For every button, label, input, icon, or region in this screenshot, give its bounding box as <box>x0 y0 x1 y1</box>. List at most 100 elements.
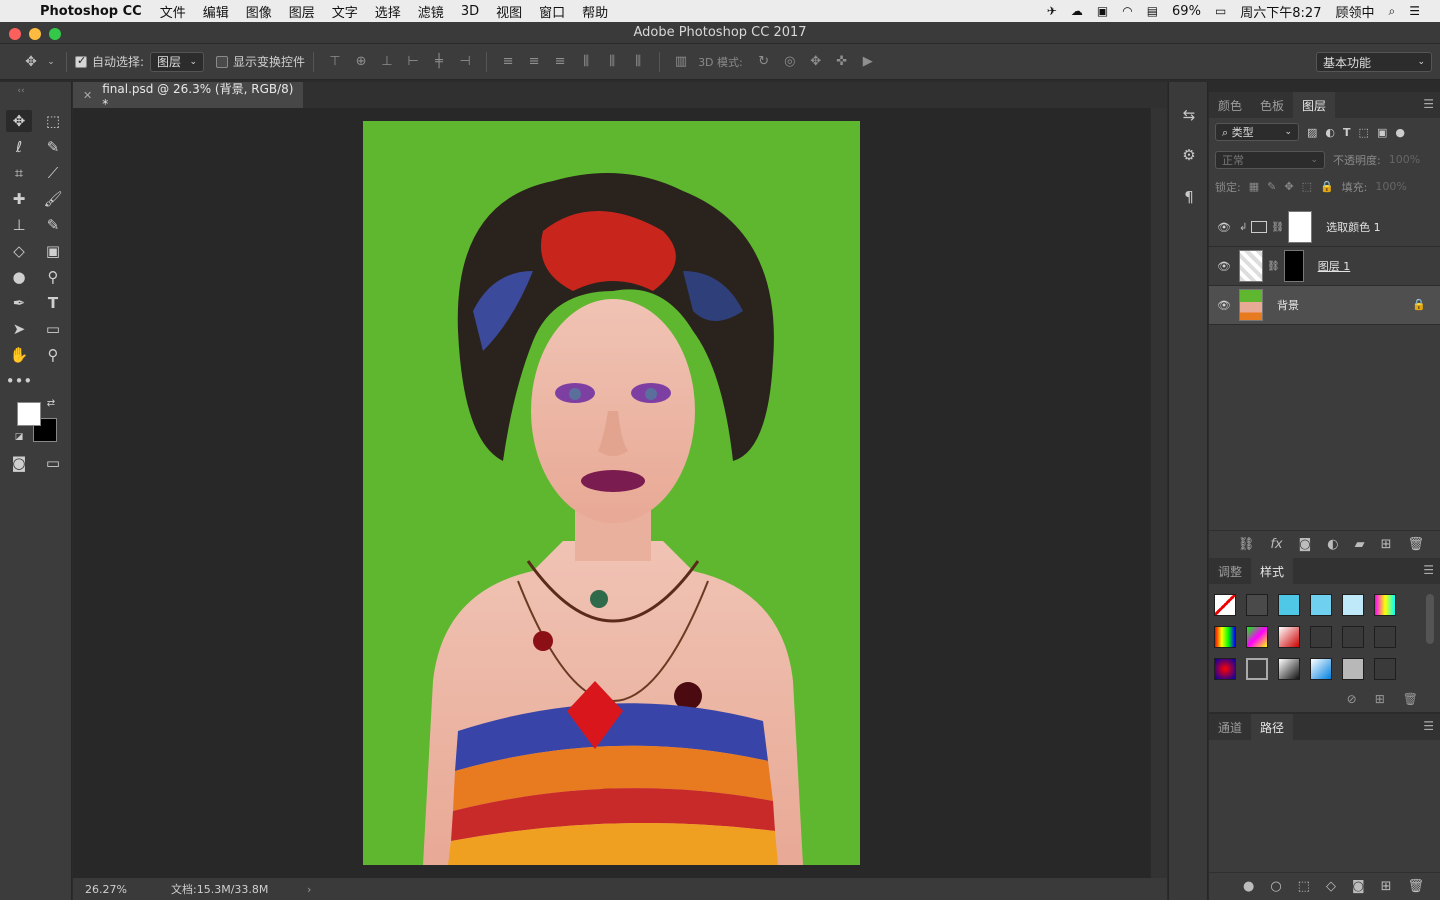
blur-tool-icon[interactable]: ● <box>6 266 32 288</box>
menu-3d[interactable]: 3D <box>461 4 479 19</box>
tab-paths[interactable]: 路径 <box>1251 714 1294 740</box>
move-tool-preset-icon[interactable]: ✥ <box>18 54 44 70</box>
eye-icon[interactable]: 👁 <box>1217 260 1231 273</box>
move-tool-icon[interactable]: ✥ <box>6 110 32 132</box>
clear-style-icon[interactable]: ⊘ <box>1347 692 1357 706</box>
minimize-window-button[interactable] <box>29 28 41 40</box>
zoom-tool-icon[interactable]: ⚲ <box>40 344 66 366</box>
layer-name[interactable]: 图层 1 <box>1318 258 1351 274</box>
hand-tool-icon[interactable]: ✋ <box>6 344 32 366</box>
canvas-area[interactable] <box>73 108 1150 878</box>
rectangle-tool-icon[interactable]: ▭ <box>40 318 66 340</box>
zoom-level[interactable]: 26.27% <box>85 883 171 896</box>
brush-tool-icon[interactable]: 🖌 <box>40 188 66 210</box>
close-window-button[interactable] <box>9 28 21 40</box>
layer-name[interactable]: 背景 <box>1277 297 1299 313</box>
stroke-path-icon[interactable]: ○ <box>1270 879 1281 894</box>
style-swatch[interactable] <box>1278 658 1300 680</box>
layer-thumbnail[interactable] <box>1239 250 1263 282</box>
tab-adjustments[interactable]: 调整 <box>1209 558 1251 584</box>
fill-value[interactable]: 100% <box>1375 180 1406 193</box>
lock-position-icon[interactable]: ✥ <box>1284 180 1293 193</box>
layer-name[interactable]: 选取颜色 1 <box>1326 219 1381 235</box>
new-layer-icon[interactable]: ⊞ <box>1381 537 1392 552</box>
style-swatch[interactable] <box>1310 658 1332 680</box>
align-horizontal-center-icon[interactable]: ╪ <box>426 54 452 69</box>
healing-brush-tool-icon[interactable]: ✚ <box>6 188 32 210</box>
status-menu-arrow-icon[interactable]: › <box>307 883 311 896</box>
history-panel-icon[interactable]: ⇆ <box>1178 104 1200 126</box>
3d-slide-icon[interactable]: ✜ <box>829 54 855 69</box>
distribute-hcenter-icon[interactable]: ⫼ <box>599 54 625 69</box>
show-transform-checkbox[interactable] <box>216 55 229 68</box>
style-swatch[interactable] <box>1246 658 1268 680</box>
style-swatch[interactable] <box>1374 658 1396 680</box>
tab-channels[interactable]: 通道 <box>1209 714 1251 740</box>
swap-colors-icon[interactable]: ⇄ <box>44 396 58 410</box>
dodge-tool-icon[interactable]: ⚲ <box>40 266 66 288</box>
fx-icon[interactable]: fx <box>1270 537 1282 552</box>
menu-filter[interactable]: 滤镜 <box>418 2 444 21</box>
auto-select-checkbox[interactable] <box>75 54 87 68</box>
link-layers-icon[interactable]: ⛓ <box>1238 537 1255 552</box>
clone-stamp-tool-icon[interactable]: ⊥ <box>6 214 32 236</box>
3d-orbit-icon[interactable]: ↻ <box>751 54 777 69</box>
properties-panel-icon[interactable]: ⚙ <box>1178 144 1200 166</box>
menu-image[interactable]: 图像 <box>246 2 272 21</box>
style-swatch[interactable] <box>1278 594 1300 616</box>
3d-camera-icon[interactable]: ▶ <box>855 54 881 69</box>
document-size[interactable]: 文档:15.3M/33.8M <box>171 881 307 897</box>
filter-smart-object-icon[interactable]: ▣ <box>1377 126 1387 139</box>
load-selection-icon[interactable]: ⬚ <box>1298 879 1310 894</box>
fill-path-icon[interactable]: ● <box>1243 879 1254 894</box>
style-swatch[interactable] <box>1342 626 1364 648</box>
quick-select-tool-icon[interactable]: ✎ <box>40 136 66 158</box>
zoom-window-button[interactable] <box>49 28 61 40</box>
layer-row-selective-color[interactable]: 👁 ↲ ⛓ 选取颜色 1 <box>1209 208 1440 247</box>
screen-record-icon[interactable]: ▣ <box>1097 4 1108 18</box>
chevron-down-icon[interactable]: ⌄ <box>44 57 58 67</box>
style-swatch[interactable] <box>1310 594 1332 616</box>
app-name-menu[interactable]: Photoshop CC <box>40 4 142 19</box>
crop-tool-icon[interactable]: ⌗ <box>6 162 32 184</box>
layer-row-layer1[interactable]: 👁 ⛓ 图层 1 <box>1209 247 1440 286</box>
workspace-dropdown[interactable]: 基本功能 ⌄ <box>1316 52 1432 72</box>
link-chain-icon[interactable]: ⛓ <box>1271 222 1284 233</box>
make-work-path-icon[interactable]: ◇ <box>1326 879 1336 894</box>
wifi-icon[interactable]: ◠ <box>1122 4 1132 18</box>
align-right-icon[interactable]: ⊣ <box>452 54 478 69</box>
eye-icon[interactable]: 👁 <box>1217 299 1231 312</box>
3d-pan-icon[interactable]: ✥ <box>803 54 829 69</box>
history-brush-tool-icon[interactable]: ✎ <box>40 214 66 236</box>
menu-select[interactable]: 选择 <box>375 2 401 21</box>
foreground-color-swatch[interactable] <box>17 402 41 426</box>
style-swatch[interactable] <box>1310 626 1332 648</box>
link-chain-icon[interactable]: ⛓ <box>1267 261 1280 272</box>
panel-menu-icon[interactable]: ☰ <box>1423 719 1434 733</box>
styles-scrollbar[interactable] <box>1426 594 1434 644</box>
lasso-tool-icon[interactable]: ℓ <box>6 136 32 158</box>
style-swatch[interactable] <box>1246 626 1268 648</box>
align-left-icon[interactable]: ⊢ <box>400 54 426 69</box>
align-bottom-icon[interactable]: ⊥ <box>374 54 400 69</box>
screen-mode-icon[interactable]: ▭ <box>40 452 66 474</box>
path-selection-tool-icon[interactable]: ➤ <box>6 318 32 340</box>
document-image[interactable] <box>363 121 860 865</box>
auto-align-icon[interactable]: ▥ <box>668 54 694 69</box>
layer-filter-dropdown[interactable]: ⌕ 类型 ⌄ <box>1215 123 1299 141</box>
align-vertical-center-icon[interactable]: ⊕ <box>348 54 374 69</box>
marquee-tool-icon[interactable]: ⬚ <box>40 110 66 132</box>
creative-cloud-icon[interactable]: ☁ <box>1071 4 1083 18</box>
add-mask-icon[interactable]: ◙ <box>1299 537 1312 552</box>
gradient-tool-icon[interactable]: ▣ <box>40 240 66 262</box>
lock-pixels-icon[interactable]: ✎ <box>1267 180 1276 193</box>
default-colors-icon[interactable]: ◪ <box>12 430 26 444</box>
menu-type[interactable]: 文字 <box>332 2 358 21</box>
trash-icon[interactable]: 🗑 <box>1407 879 1424 894</box>
layer-mask-thumbnail[interactable] <box>1283 250 1304 282</box>
battery-icon[interactable]: ▭ <box>1215 4 1226 18</box>
user-name[interactable]: 顾领中 <box>1335 2 1374 21</box>
distribute-bottom-icon[interactable]: ≡ <box>547 54 573 69</box>
filter-adjustment-icon[interactable]: ◐ <box>1325 126 1335 139</box>
add-mask-icon[interactable]: ◙ <box>1352 879 1365 894</box>
